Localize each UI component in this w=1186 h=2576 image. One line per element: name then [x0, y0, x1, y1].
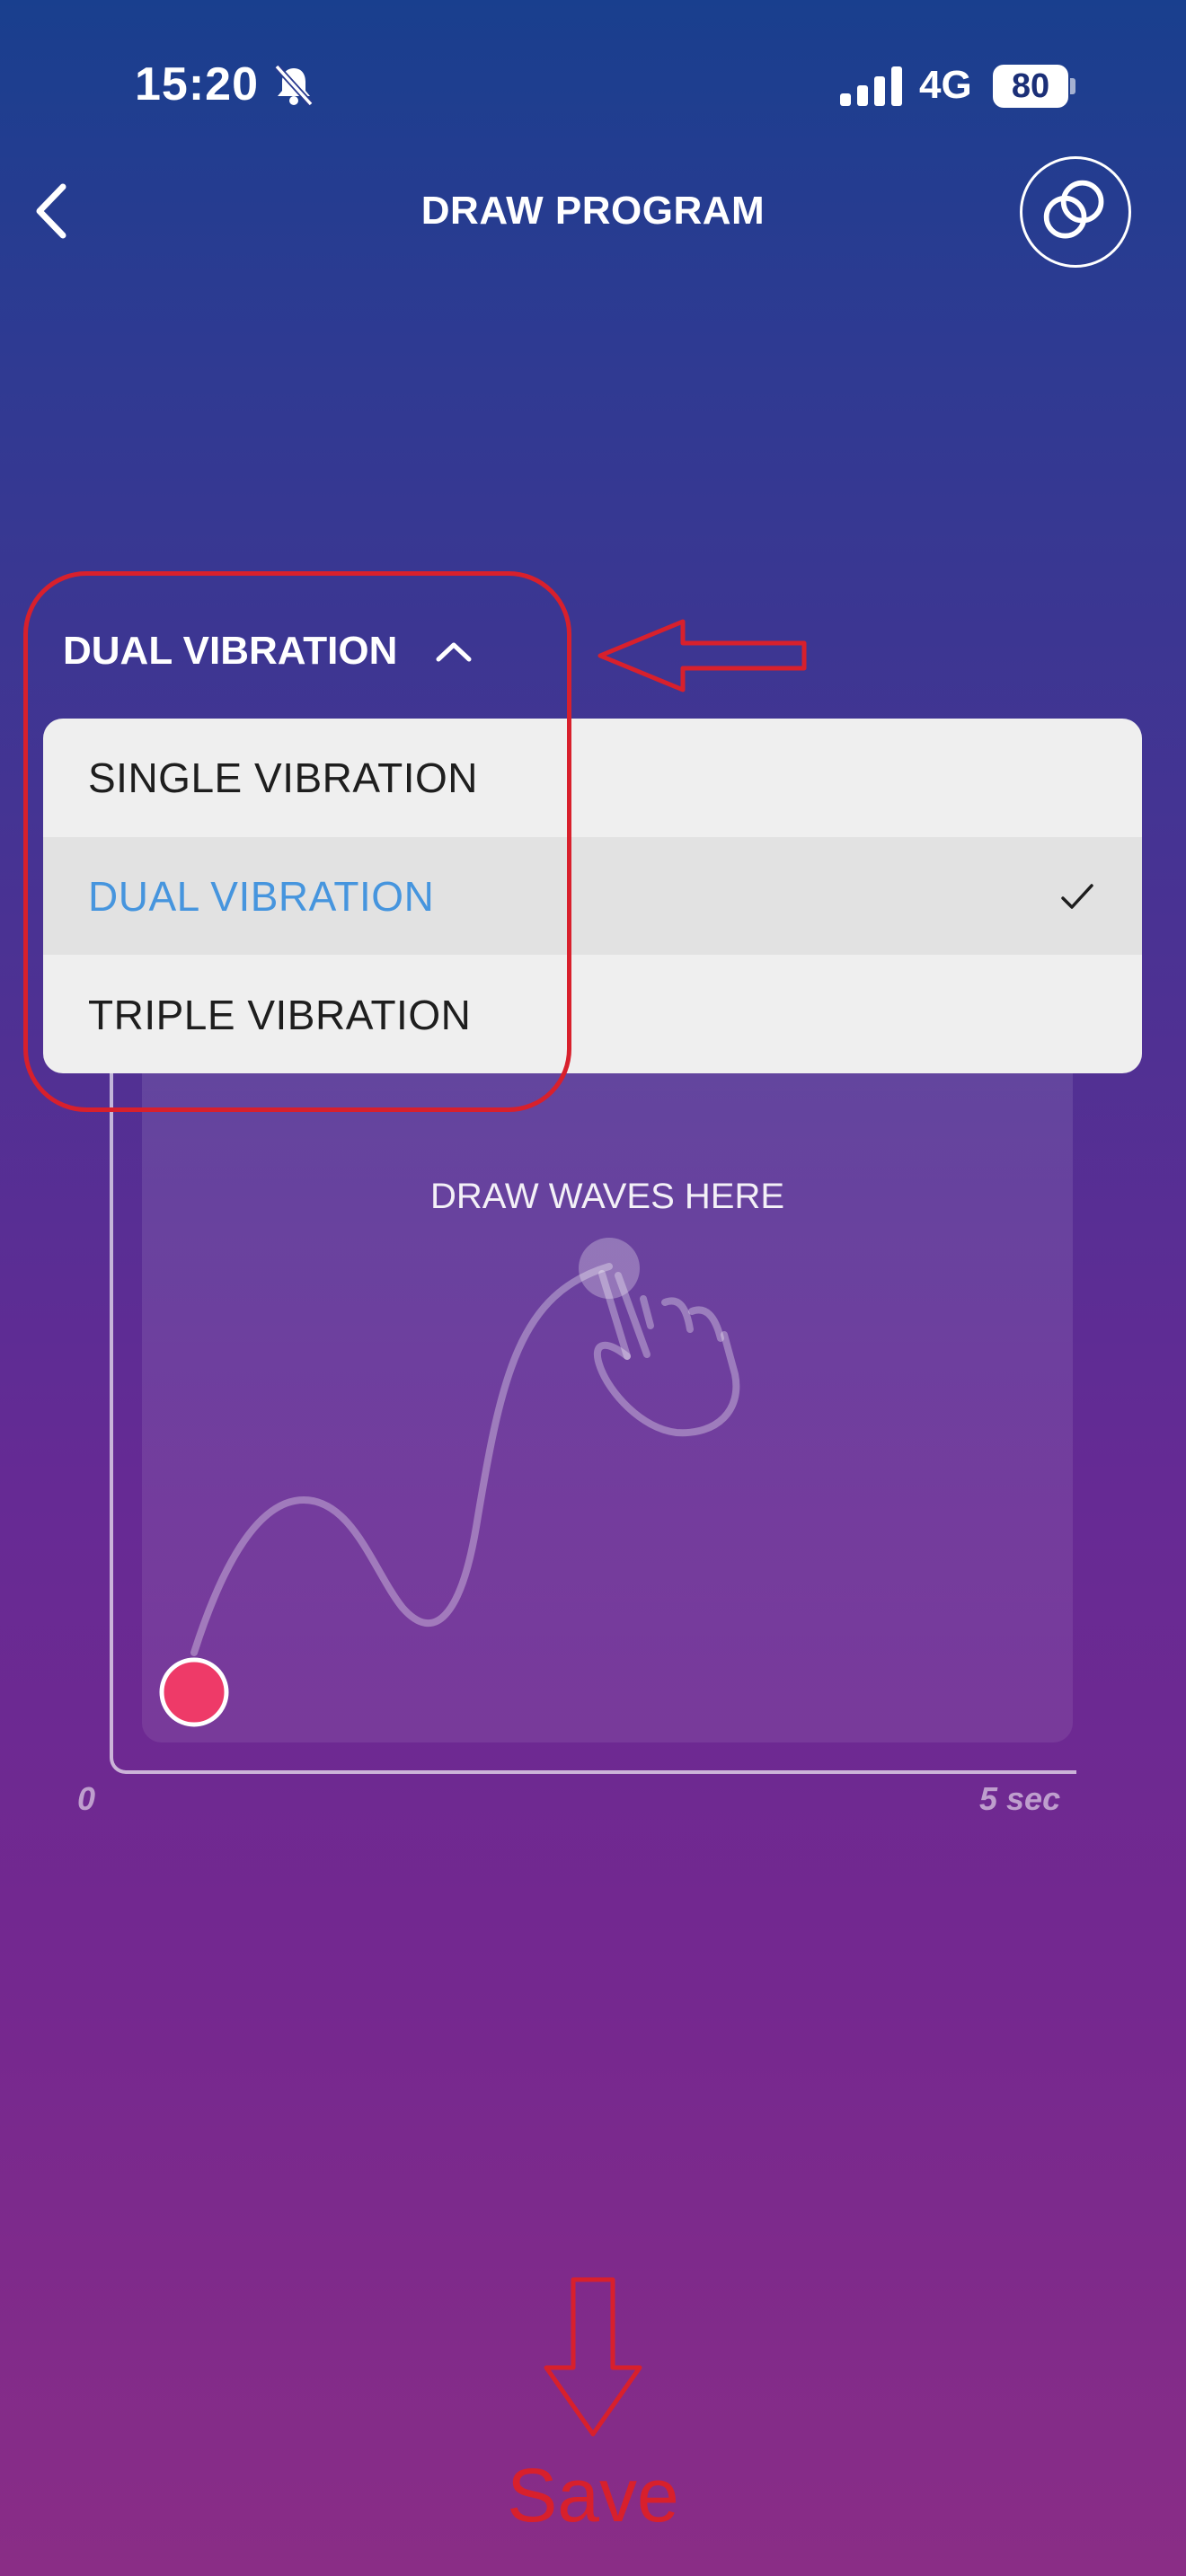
linked-rings-icon [1043, 180, 1104, 239]
network-type: 4G [919, 63, 972, 107]
cursor-dot [159, 1657, 229, 1727]
signal-icon [840, 66, 902, 106]
checkmark-icon [1061, 884, 1093, 909]
bell-slash-icon [274, 64, 314, 107]
battery-level: 80 [1011, 67, 1050, 105]
axis-end-label: 5 sec [979, 1780, 1061, 1817]
annotation-highlight-box [23, 571, 571, 1112]
link-button[interactable] [1020, 156, 1131, 268]
hand-pointer-icon [593, 1270, 740, 1437]
status-time: 15:20 [135, 58, 259, 110]
sample-wave-path [190, 1263, 613, 1656]
annotation-arrow-left-icon [597, 619, 807, 693]
annotation-arrow-down-icon [544, 2277, 642, 2437]
wave-illustration [159, 1238, 740, 1727]
page-title: DRAW PROGRAM [420, 189, 766, 233]
annotation-save-label: Save [507, 2453, 679, 2537]
battery-cap [1070, 78, 1075, 94]
axis-start-label: 0 [77, 1780, 96, 1817]
